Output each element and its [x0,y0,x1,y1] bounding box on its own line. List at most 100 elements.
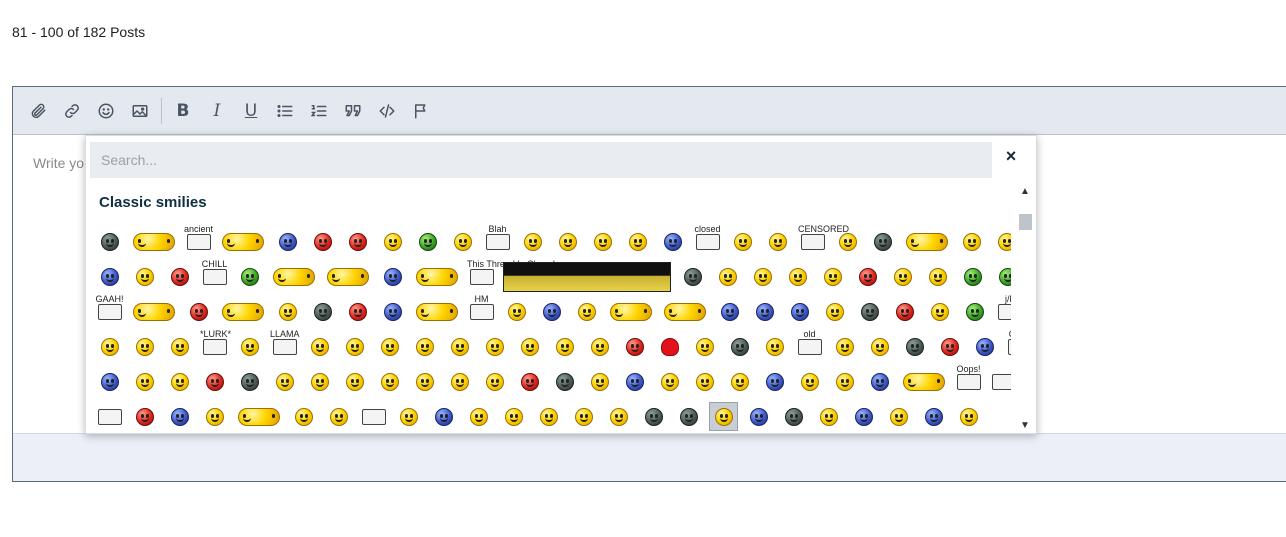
smilie-emoji-icon[interactable] [448,227,477,256]
smilie-emoji-icon[interactable] [900,332,929,361]
smilie-emoji-icon[interactable] [658,227,687,256]
smilie-emoji-icon[interactable] [378,297,407,326]
smilie-emoji-icon[interactable] [537,297,566,326]
picker-scrollbar[interactable]: ▲ ▼ [1018,184,1032,432]
smilie-emoji-icon[interactable] [130,402,159,431]
close-icon[interactable]: × [1004,147,1018,165]
smilie-emoji-icon[interactable] [728,227,757,256]
smilie-emoji-icon[interactable] [534,402,563,431]
smilie-emoji-icon[interactable] [502,261,672,293]
smilie-emoji-icon[interactable] [308,227,337,256]
smilie-emoji-icon[interactable] [518,227,547,256]
numbered-list-button[interactable] [302,94,336,128]
smilie-emoji-icon[interactable] [919,402,948,431]
scroll-thumb[interactable] [1019,214,1032,230]
smilie-emoji-icon[interactable]: j/k [995,294,1011,326]
smilie-emoji-icon[interactable] [130,367,159,396]
smilie-emoji-icon[interactable] [818,262,847,291]
smilie-emoji-icon[interactable]: CENSORED [798,224,849,256]
emoji-button[interactable] [89,94,123,128]
smilie-emoji-icon[interactable] [378,262,407,291]
smilie-emoji-icon[interactable] [830,332,859,361]
smilie-emoji-icon[interactable] [853,262,882,291]
smilie-emoji-icon[interactable] [165,332,194,361]
smilie-emoji-icon[interactable] [219,227,267,256]
smilie-emoji-icon[interactable] [713,262,742,291]
smilie-emoji-icon[interactable] [855,297,884,326]
smilie-emoji-icon[interactable] [661,297,709,326]
italic-button[interactable]: I [200,94,234,128]
smilie-emoji-icon[interactable] [572,297,601,326]
smilie-emoji-icon[interactable]: CHILL [200,259,229,291]
smilie-emoji-icon[interactable] [410,332,439,361]
smilie-emoji-icon[interactable] [165,367,194,396]
smilie-emoji-icon[interactable] [760,332,789,361]
smilie-emoji-icon[interactable] [410,367,439,396]
smilie-emoji-icon[interactable] [359,402,388,431]
smilie-emoji-icon[interactable] [925,297,954,326]
smilie-emoji-icon[interactable] [820,297,849,326]
smilie-emoji-icon[interactable] [900,367,948,396]
scroll-up-arrow-icon[interactable]: ▲ [1018,184,1032,198]
smilie-emoji-icon[interactable] [235,402,283,431]
smilie-emoji-icon[interactable] [270,262,318,291]
spoiler-flag-button[interactable] [404,94,438,128]
smilie-emoji-icon[interactable] [165,402,194,431]
smilie-emoji-icon[interactable] [709,402,738,431]
smilie-emoji-icon[interactable]: GAAH! [95,294,124,326]
smilie-search-input[interactable] [90,142,992,178]
smilie-emoji-icon[interactable] [375,367,404,396]
smilie-emoji-icon[interactable] [830,367,859,396]
smilie-emoji-icon[interactable] [130,262,159,291]
smilie-emoji-icon[interactable] [763,227,792,256]
smilie-emoji-icon[interactable] [585,332,614,361]
smilie-emoji-icon[interactable] [639,402,668,431]
smilie-emoji-icon[interactable] [273,227,302,256]
smilie-emoji-icon[interactable] [273,297,302,326]
smilie-emoji-icon[interactable] [235,332,264,361]
smilie-emoji-icon[interactable] [480,332,509,361]
smilie-emoji-icon[interactable] [865,332,894,361]
smilie-emoji-icon[interactable] [725,332,754,361]
smilie-emoji-icon[interactable] [958,262,987,291]
smilie-emoji-icon[interactable] [690,332,719,361]
smilie-emoji-icon[interactable] [550,367,579,396]
smilie-emoji-icon[interactable] [305,367,334,396]
smilie-emoji-icon[interactable] [480,367,509,396]
smilie-emoji-icon[interactable] [888,262,917,291]
smilie-emoji-icon[interactable] [935,332,964,361]
smilie-emoji-icon[interactable] [623,227,652,256]
smilie-emoji-icon[interactable] [95,332,124,361]
smilie-emoji-icon[interactable]: closed [693,224,722,256]
smilie-emoji-icon[interactable] [992,227,1011,256]
smilie-emoji-icon[interactable] [553,227,582,256]
smilie-emoji-icon[interactable] [585,367,614,396]
smilie-emoji-icon[interactable] [785,297,814,326]
smilie-emoji-icon[interactable] [429,402,458,431]
smilie-emoji-icon[interactable] [620,367,649,396]
smilie-emoji-icon[interactable] [903,227,951,256]
smilie-emoji-icon[interactable]: This Thread Is Closed [467,259,555,291]
smilie-emoji-icon[interactable] [865,367,894,396]
smilie-emoji-icon[interactable] [200,367,229,396]
smilie-emoji-icon[interactable] [970,332,999,361]
smilie-emoji-icon[interactable] [130,227,178,256]
smilie-emoji-icon[interactable] [814,402,843,431]
smilie-emoji-icon[interactable] [715,297,744,326]
smilie-emoji-icon[interactable] [308,297,337,326]
smilie-emoji-icon[interactable] [515,332,544,361]
smilie-emoji-icon[interactable] [957,227,986,256]
smilie-emoji-icon[interactable] [588,227,617,256]
smilie-emoji-icon[interactable] [725,367,754,396]
scroll-down-arrow-icon[interactable]: ▼ [1018,418,1032,432]
smilie-emoji-icon[interactable]: old [795,329,824,361]
smilie-emoji-icon[interactable] [569,402,598,431]
smilie-emoji-icon[interactable] [678,262,707,291]
smilie-emoji-icon[interactable] [235,262,264,291]
smilie-emoji-icon[interactable] [655,367,684,396]
underline-button[interactable]: U [234,94,268,128]
smilie-emoji-icon[interactable]: *LURK* [200,329,231,361]
smilie-emoji-icon[interactable] [779,402,808,431]
quote-button[interactable] [336,94,370,128]
smilie-emoji-icon[interactable] [340,367,369,396]
